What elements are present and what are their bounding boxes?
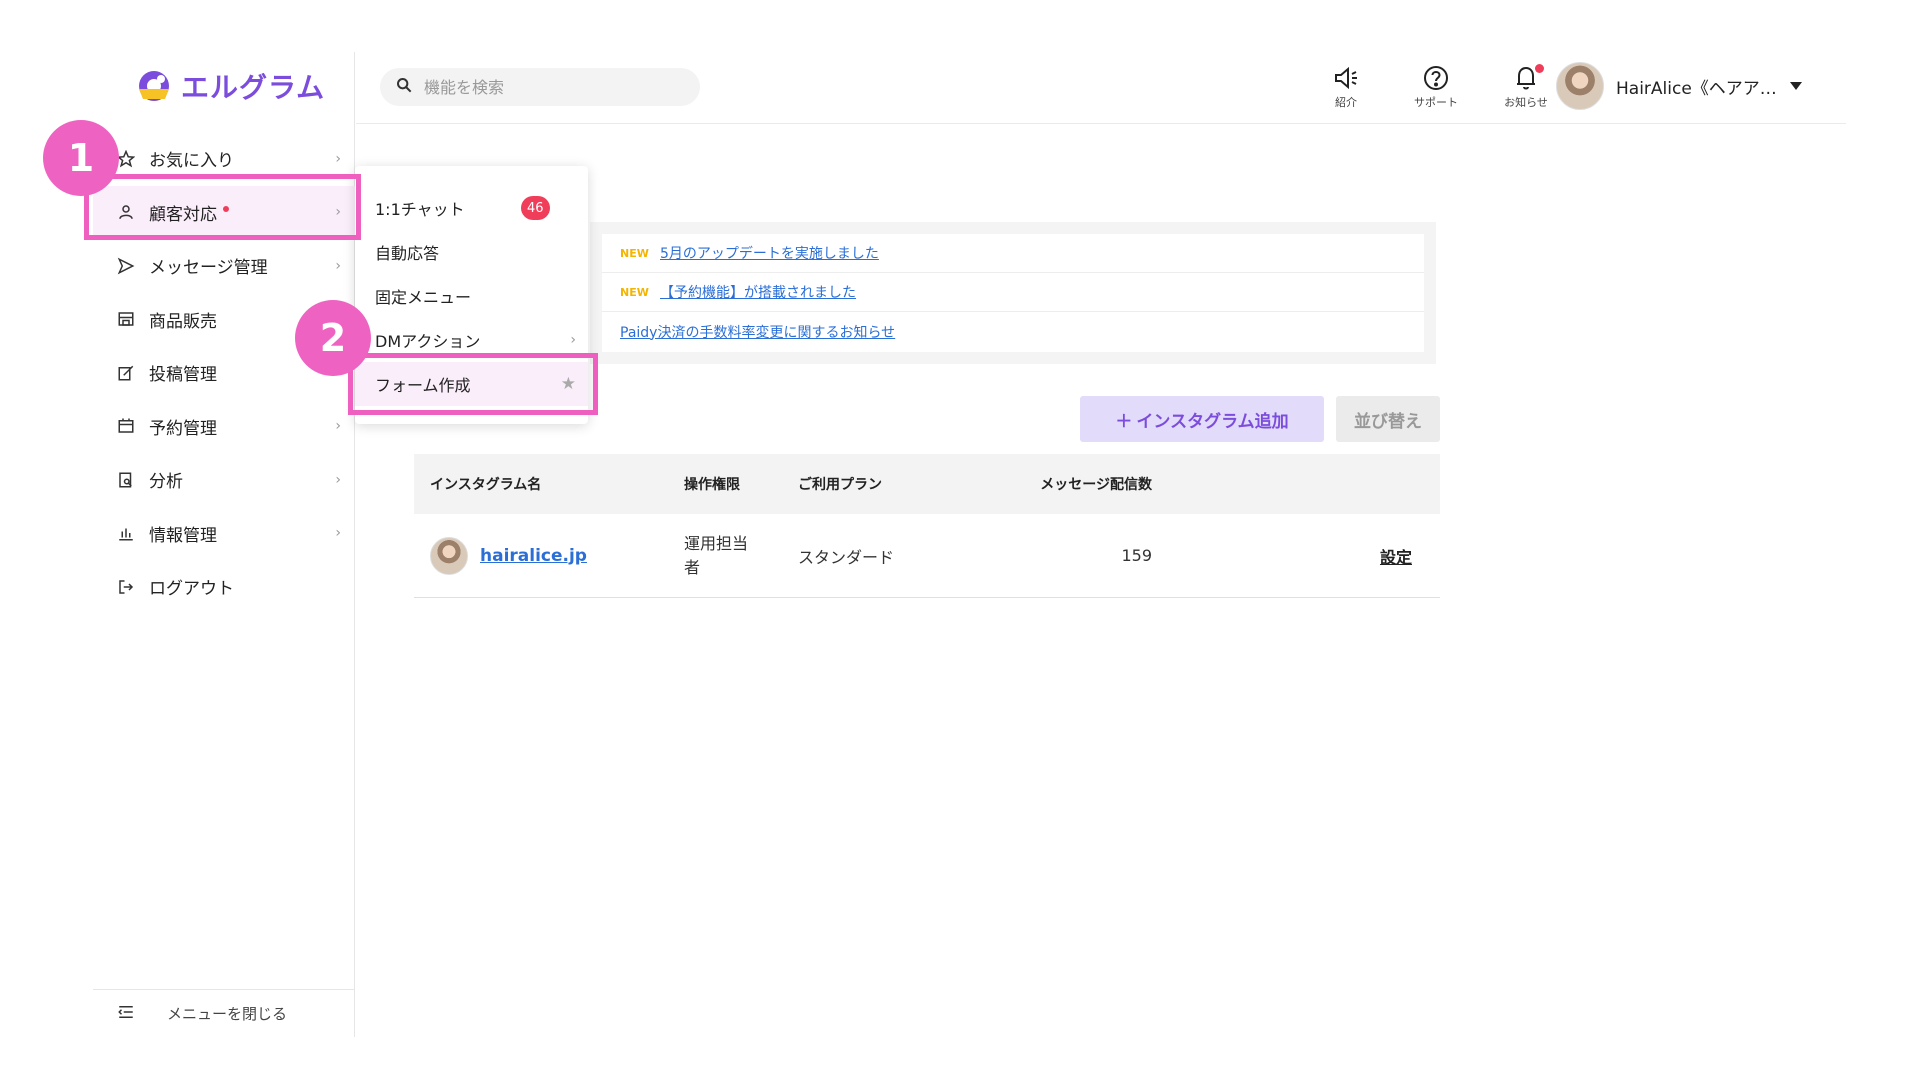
logo-text: エルグラム <box>181 71 326 104</box>
submenu-item-auto-reply[interactable]: 自動応答 <box>355 230 588 274</box>
store-icon <box>117 310 135 328</box>
search-icon <box>396 77 412 97</box>
menu-collapse-icon <box>117 1003 135 1025</box>
news-item: NEW 5月のアップデートを実施しました <box>602 234 1424 273</box>
close-menu-label: メニューを閉じる <box>167 1005 288 1023</box>
news-item: NEW 【予約機能】が搭載されました <box>602 273 1424 312</box>
sidebar-item-label: 情報管理 <box>149 525 217 546</box>
help-icon <box>1423 62 1449 94</box>
sidebar-item-label: ログアウト <box>149 579 234 600</box>
sidebar-item-reservations[interactable]: 予約管理 › <box>93 400 355 454</box>
edit-icon <box>117 364 135 382</box>
news-list: NEW 5月のアップデートを実施しました NEW 【予約機能】が搭載されました … <box>602 234 1424 352</box>
chevron-right-icon: › <box>335 471 341 488</box>
chevron-right-icon: › <box>335 525 341 542</box>
logo[interactable]: エルグラム <box>135 66 325 106</box>
avatar <box>430 536 468 575</box>
chevron-right-icon: › <box>335 257 341 274</box>
col-header-name: インスタグラム名 <box>430 477 542 493</box>
submenu-item-label: DMアクション <box>375 332 481 351</box>
chevron-right-icon: › <box>335 150 341 167</box>
sidebar-item-info[interactable]: 情報管理 › <box>93 507 355 561</box>
support-button[interactable]: サポート <box>1406 62 1466 110</box>
count-badge: 46 <box>521 196 550 220</box>
search-input[interactable] <box>424 77 664 97</box>
bell-icon <box>1514 62 1544 94</box>
submenu-item-chat[interactable]: 1:1チャット 46 <box>355 186 588 230</box>
add-instagram-label: インスタグラム追加 <box>1136 411 1289 431</box>
referral-button[interactable]: 紹介 <box>1316 62 1376 110</box>
sidebar-item-analytics[interactable]: 分析 › <box>93 453 355 507</box>
chevron-right-icon: › <box>570 332 576 348</box>
close-menu-button[interactable]: メニューを閉じる <box>93 989 355 1037</box>
tool-label: サポート <box>1414 96 1458 109</box>
cell-role: 運用担当者 <box>684 532 798 580</box>
col-header-count: メッセージ配信数 <box>1040 477 1152 493</box>
sort-button[interactable]: 並び替え <box>1336 396 1440 442</box>
sidebar-item-label: 分析 <box>149 472 183 493</box>
step-badge-1: 1 <box>43 120 119 196</box>
sidebar-item-label: 商品販売 <box>149 311 217 332</box>
news-link[interactable]: 5月のアップデートを実施しました <box>660 243 879 263</box>
tool-label: 紹介 <box>1335 96 1357 109</box>
sidebar-item-label: メッセージ管理 <box>149 258 268 279</box>
account-table: インスタグラム名 操作権限 ご利用プラン メッセージ配信数 hairalice.… <box>414 454 1440 598</box>
top-tools: 紹介 サポート お知らせ <box>1316 62 1556 110</box>
tool-label: お知らせ <box>1504 96 1548 109</box>
highlight-box-step2 <box>348 353 598 415</box>
cell-name: hairalice.jp <box>414 536 684 575</box>
send-icon <box>117 257 135 275</box>
avatar <box>1556 62 1604 110</box>
sidebar-item-label: 投稿管理 <box>149 365 217 386</box>
sidebar-item-label: お気に入り <box>149 151 234 172</box>
notifications-button[interactable]: お知らせ <box>1496 62 1556 110</box>
news-link[interactable]: 【予約機能】が搭載されました <box>660 282 856 302</box>
caret-down-icon <box>1789 76 1803 96</box>
new-badge: NEW <box>620 246 649 260</box>
add-instagram-button[interactable]: ＋ インスタグラム追加 <box>1080 396 1324 442</box>
notification-dot <box>1535 64 1544 73</box>
sidebar-item-label: 予約管理 <box>149 418 217 439</box>
star-icon <box>117 149 135 168</box>
sidebar-item-messages[interactable]: メッセージ管理 › <box>93 239 355 293</box>
search-doc-icon <box>117 471 135 489</box>
chevron-right-icon: › <box>335 418 341 435</box>
table-row: hairalice.jp 運用担当者 スタンダード 159 設定 <box>414 514 1440 598</box>
account-link[interactable]: hairalice.jp <box>480 546 587 566</box>
submenu-item-label: 自動応答 <box>375 244 440 263</box>
news-panel: NEW 5月のアップデートを実施しました NEW 【予約機能】が搭載されました … <box>590 222 1436 364</box>
cell-count: 159 <box>1121 546 1152 565</box>
highlight-box-step1 <box>84 174 361 240</box>
user-menu[interactable]: HairAlice《ヘアア… <box>1556 62 1803 110</box>
user-name: HairAlice《ヘアア… <box>1616 78 1777 99</box>
col-header-plan: ご利用プラン <box>798 477 882 493</box>
news-link[interactable]: Paidy決済の手数料率変更に関するお知らせ <box>620 322 895 342</box>
plus-icon: ＋ <box>1115 411 1133 431</box>
sidebar-item-logout[interactable]: ログアウト <box>93 560 355 614</box>
new-badge: NEW <box>620 285 649 299</box>
cell-plan: スタンダード <box>798 547 895 567</box>
step-badge-2: 2 <box>295 300 371 376</box>
news-item: Paidy決済の手数料率変更に関するお知らせ <box>602 312 1424 351</box>
settings-link[interactable]: 設定 <box>1380 548 1412 567</box>
megaphone-icon <box>1333 62 1359 94</box>
top-bar: 紹介 サポート お知らせ HairAlice《ヘアア… <box>356 52 1846 124</box>
submenu-item-label: 1:1チャット <box>375 200 465 219</box>
table-header: インスタグラム名 操作権限 ご利用プラン メッセージ配信数 <box>414 454 1440 514</box>
logo-icon <box>135 69 173 103</box>
submenu-item-label: 固定メニュー <box>375 288 472 307</box>
role-text: 運用担当者 <box>684 533 749 577</box>
cell-action: 設定 <box>1152 544 1440 568</box>
calendar-icon <box>117 417 135 435</box>
submenu-item-fixed-menu[interactable]: 固定メニュー <box>355 274 588 318</box>
col-header-role: 操作権限 <box>684 477 740 493</box>
search-box[interactable] <box>380 68 700 106</box>
bar-chart-icon <box>117 524 135 542</box>
logout-icon <box>117 578 135 596</box>
